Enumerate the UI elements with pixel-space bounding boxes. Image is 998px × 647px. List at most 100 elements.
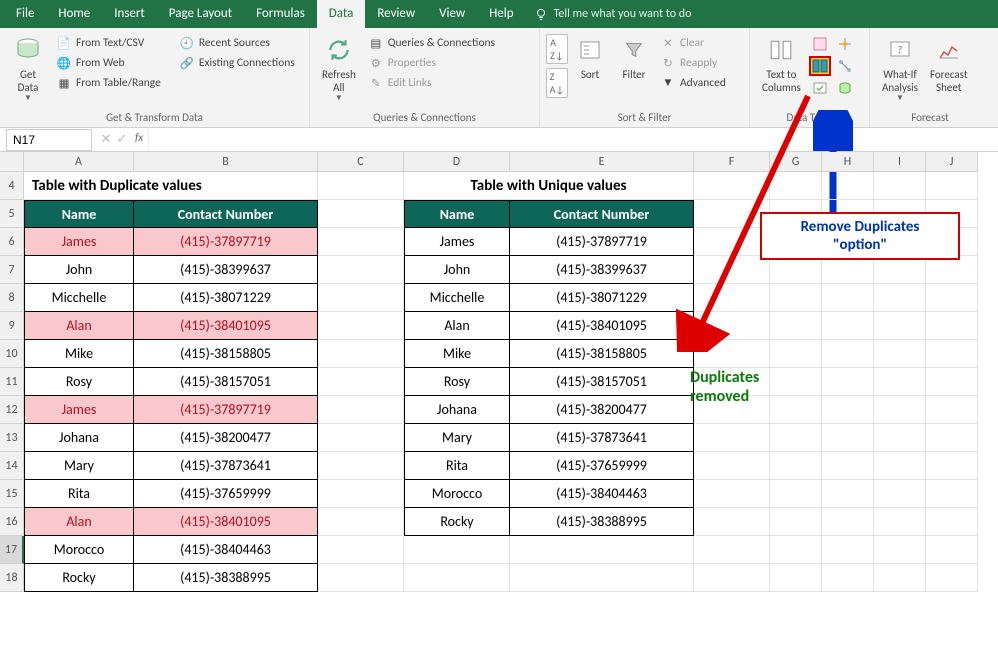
- existing-connections[interactable]: 🔗Existing Connections: [177, 54, 297, 72]
- row-13[interactable]: 13: [0, 424, 24, 452]
- cell-B13[interactable]: (415)-38200477: [134, 424, 318, 452]
- row-11[interactable]: 11: [0, 368, 24, 396]
- cell-E18[interactable]: [510, 564, 694, 592]
- cell-E17[interactable]: [510, 536, 694, 564]
- col-I[interactable]: I: [874, 152, 926, 172]
- cell-D7[interactable]: John: [404, 256, 510, 284]
- sort-button[interactable]: Sort: [568, 30, 612, 81]
- cell-J12[interactable]: [926, 396, 978, 424]
- manage-data-model-button[interactable]: [834, 78, 856, 98]
- cell-I17[interactable]: [874, 536, 926, 564]
- row-7[interactable]: 7: [0, 256, 24, 284]
- tell-me[interactable]: Tell me what you want to do: [534, 7, 692, 21]
- cell-J9[interactable]: [926, 312, 978, 340]
- cell-G16[interactable]: [770, 508, 822, 536]
- cell-B16[interactable]: (415)-38401095: [134, 508, 318, 536]
- from-web[interactable]: 🌐From Web: [54, 54, 163, 72]
- cell-D17[interactable]: [404, 536, 510, 564]
- row-15[interactable]: 15: [0, 480, 24, 508]
- cell-D15[interactable]: Morocco: [404, 480, 510, 508]
- cell-J18[interactable]: [926, 564, 978, 592]
- cell-G15[interactable]: [770, 480, 822, 508]
- col-B[interactable]: B: [134, 152, 318, 172]
- cell-D6[interactable]: James: [404, 228, 510, 256]
- cell-A4[interactable]: Table with Duplicate values: [24, 172, 318, 200]
- cell-C8[interactable]: [318, 284, 404, 312]
- cell-D11[interactable]: Rosy: [404, 368, 510, 396]
- cell-F6[interactable]: [694, 228, 770, 256]
- cell-G12[interactable]: [770, 396, 822, 424]
- col-D[interactable]: D: [404, 152, 510, 172]
- col-G[interactable]: G: [770, 152, 822, 172]
- cell-J15[interactable]: [926, 480, 978, 508]
- forecast-sheet-button[interactable]: Forecast Sheet: [924, 30, 974, 94]
- cell-B18[interactable]: (415)-38388995: [134, 564, 318, 592]
- cell-H17[interactable]: [822, 536, 874, 564]
- cell-I9[interactable]: [874, 312, 926, 340]
- cell-B6[interactable]: (415)-37897719: [134, 228, 318, 256]
- cell-H12[interactable]: [822, 396, 874, 424]
- row-16[interactable]: 16: [0, 508, 24, 536]
- tab-file[interactable]: File: [4, 0, 46, 28]
- cell-H9[interactable]: [822, 312, 874, 340]
- cell-A18[interactable]: Rocky: [24, 564, 134, 592]
- tab-review[interactable]: Review: [365, 0, 427, 28]
- cell-I11[interactable]: [874, 368, 926, 396]
- cell-F7[interactable]: [694, 256, 770, 284]
- cell-A6[interactable]: James: [24, 228, 134, 256]
- cell-H13[interactable]: [822, 424, 874, 452]
- cell-H15[interactable]: [822, 480, 874, 508]
- cell-A17[interactable]: Morocco: [24, 536, 134, 564]
- cell-I7[interactable]: [874, 256, 926, 284]
- remove-duplicates-button[interactable]: [809, 56, 831, 76]
- cell-J14[interactable]: [926, 452, 978, 480]
- col-A[interactable]: A: [24, 152, 134, 172]
- cell-H18[interactable]: [822, 564, 874, 592]
- cell-E9[interactable]: (415)-38401095: [510, 312, 694, 340]
- cell-F5[interactable]: [694, 200, 770, 228]
- select-all[interactable]: [0, 152, 24, 172]
- cell-D18[interactable]: [404, 564, 510, 592]
- cell-J7[interactable]: [926, 256, 978, 284]
- cell-C6[interactable]: [318, 228, 404, 256]
- cell-D14[interactable]: Rita: [404, 452, 510, 480]
- cell-E14[interactable]: (415)-37659999: [510, 452, 694, 480]
- col-E[interactable]: E: [510, 152, 694, 172]
- cell-D4[interactable]: Table with Unique values: [404, 172, 694, 200]
- cell-D12[interactable]: Johana: [404, 396, 510, 424]
- row-18[interactable]: 18: [0, 564, 24, 592]
- cell-I18[interactable]: [874, 564, 926, 592]
- cell-H11[interactable]: [822, 368, 874, 396]
- cell-H16[interactable]: [822, 508, 874, 536]
- row-12[interactable]: 12: [0, 396, 24, 424]
- cell-A15[interactable]: Rita: [24, 480, 134, 508]
- cell-E12[interactable]: (415)-38200477: [510, 396, 694, 424]
- tab-home[interactable]: Home: [46, 0, 102, 28]
- cancel-icon[interactable]: ✕: [98, 132, 114, 147]
- cell-B7[interactable]: (415)-38399637: [134, 256, 318, 284]
- cell-C15[interactable]: [318, 480, 404, 508]
- cell-F16[interactable]: [694, 508, 770, 536]
- cell-F10[interactable]: [694, 340, 770, 368]
- tab-data[interactable]: Data: [317, 0, 366, 28]
- advanced-filter[interactable]: ▼Advanced: [658, 74, 728, 92]
- cell-I14[interactable]: [874, 452, 926, 480]
- cell-J8[interactable]: [926, 284, 978, 312]
- row-10[interactable]: 10: [0, 340, 24, 368]
- cell-E13[interactable]: (415)-37873641: [510, 424, 694, 452]
- cell-J16[interactable]: [926, 508, 978, 536]
- data-validation-button[interactable]: [809, 78, 831, 98]
- cell-A9[interactable]: Alan: [24, 312, 134, 340]
- tab-view[interactable]: View: [427, 0, 477, 28]
- cell-E10[interactable]: (415)-38158805: [510, 340, 694, 368]
- cell-C11[interactable]: [318, 368, 404, 396]
- tab-formulas[interactable]: Formulas: [244, 0, 317, 28]
- cell-J4[interactable]: [926, 172, 978, 200]
- sort-asc-button[interactable]: AZ↓: [546, 34, 568, 64]
- cell-I15[interactable]: [874, 480, 926, 508]
- row-8[interactable]: 8: [0, 284, 24, 312]
- cell-A7[interactable]: John: [24, 256, 134, 284]
- cell-C10[interactable]: [318, 340, 404, 368]
- cell-B11[interactable]: (415)-38157051: [134, 368, 318, 396]
- text-to-columns-button[interactable]: Text to Columns: [756, 30, 807, 94]
